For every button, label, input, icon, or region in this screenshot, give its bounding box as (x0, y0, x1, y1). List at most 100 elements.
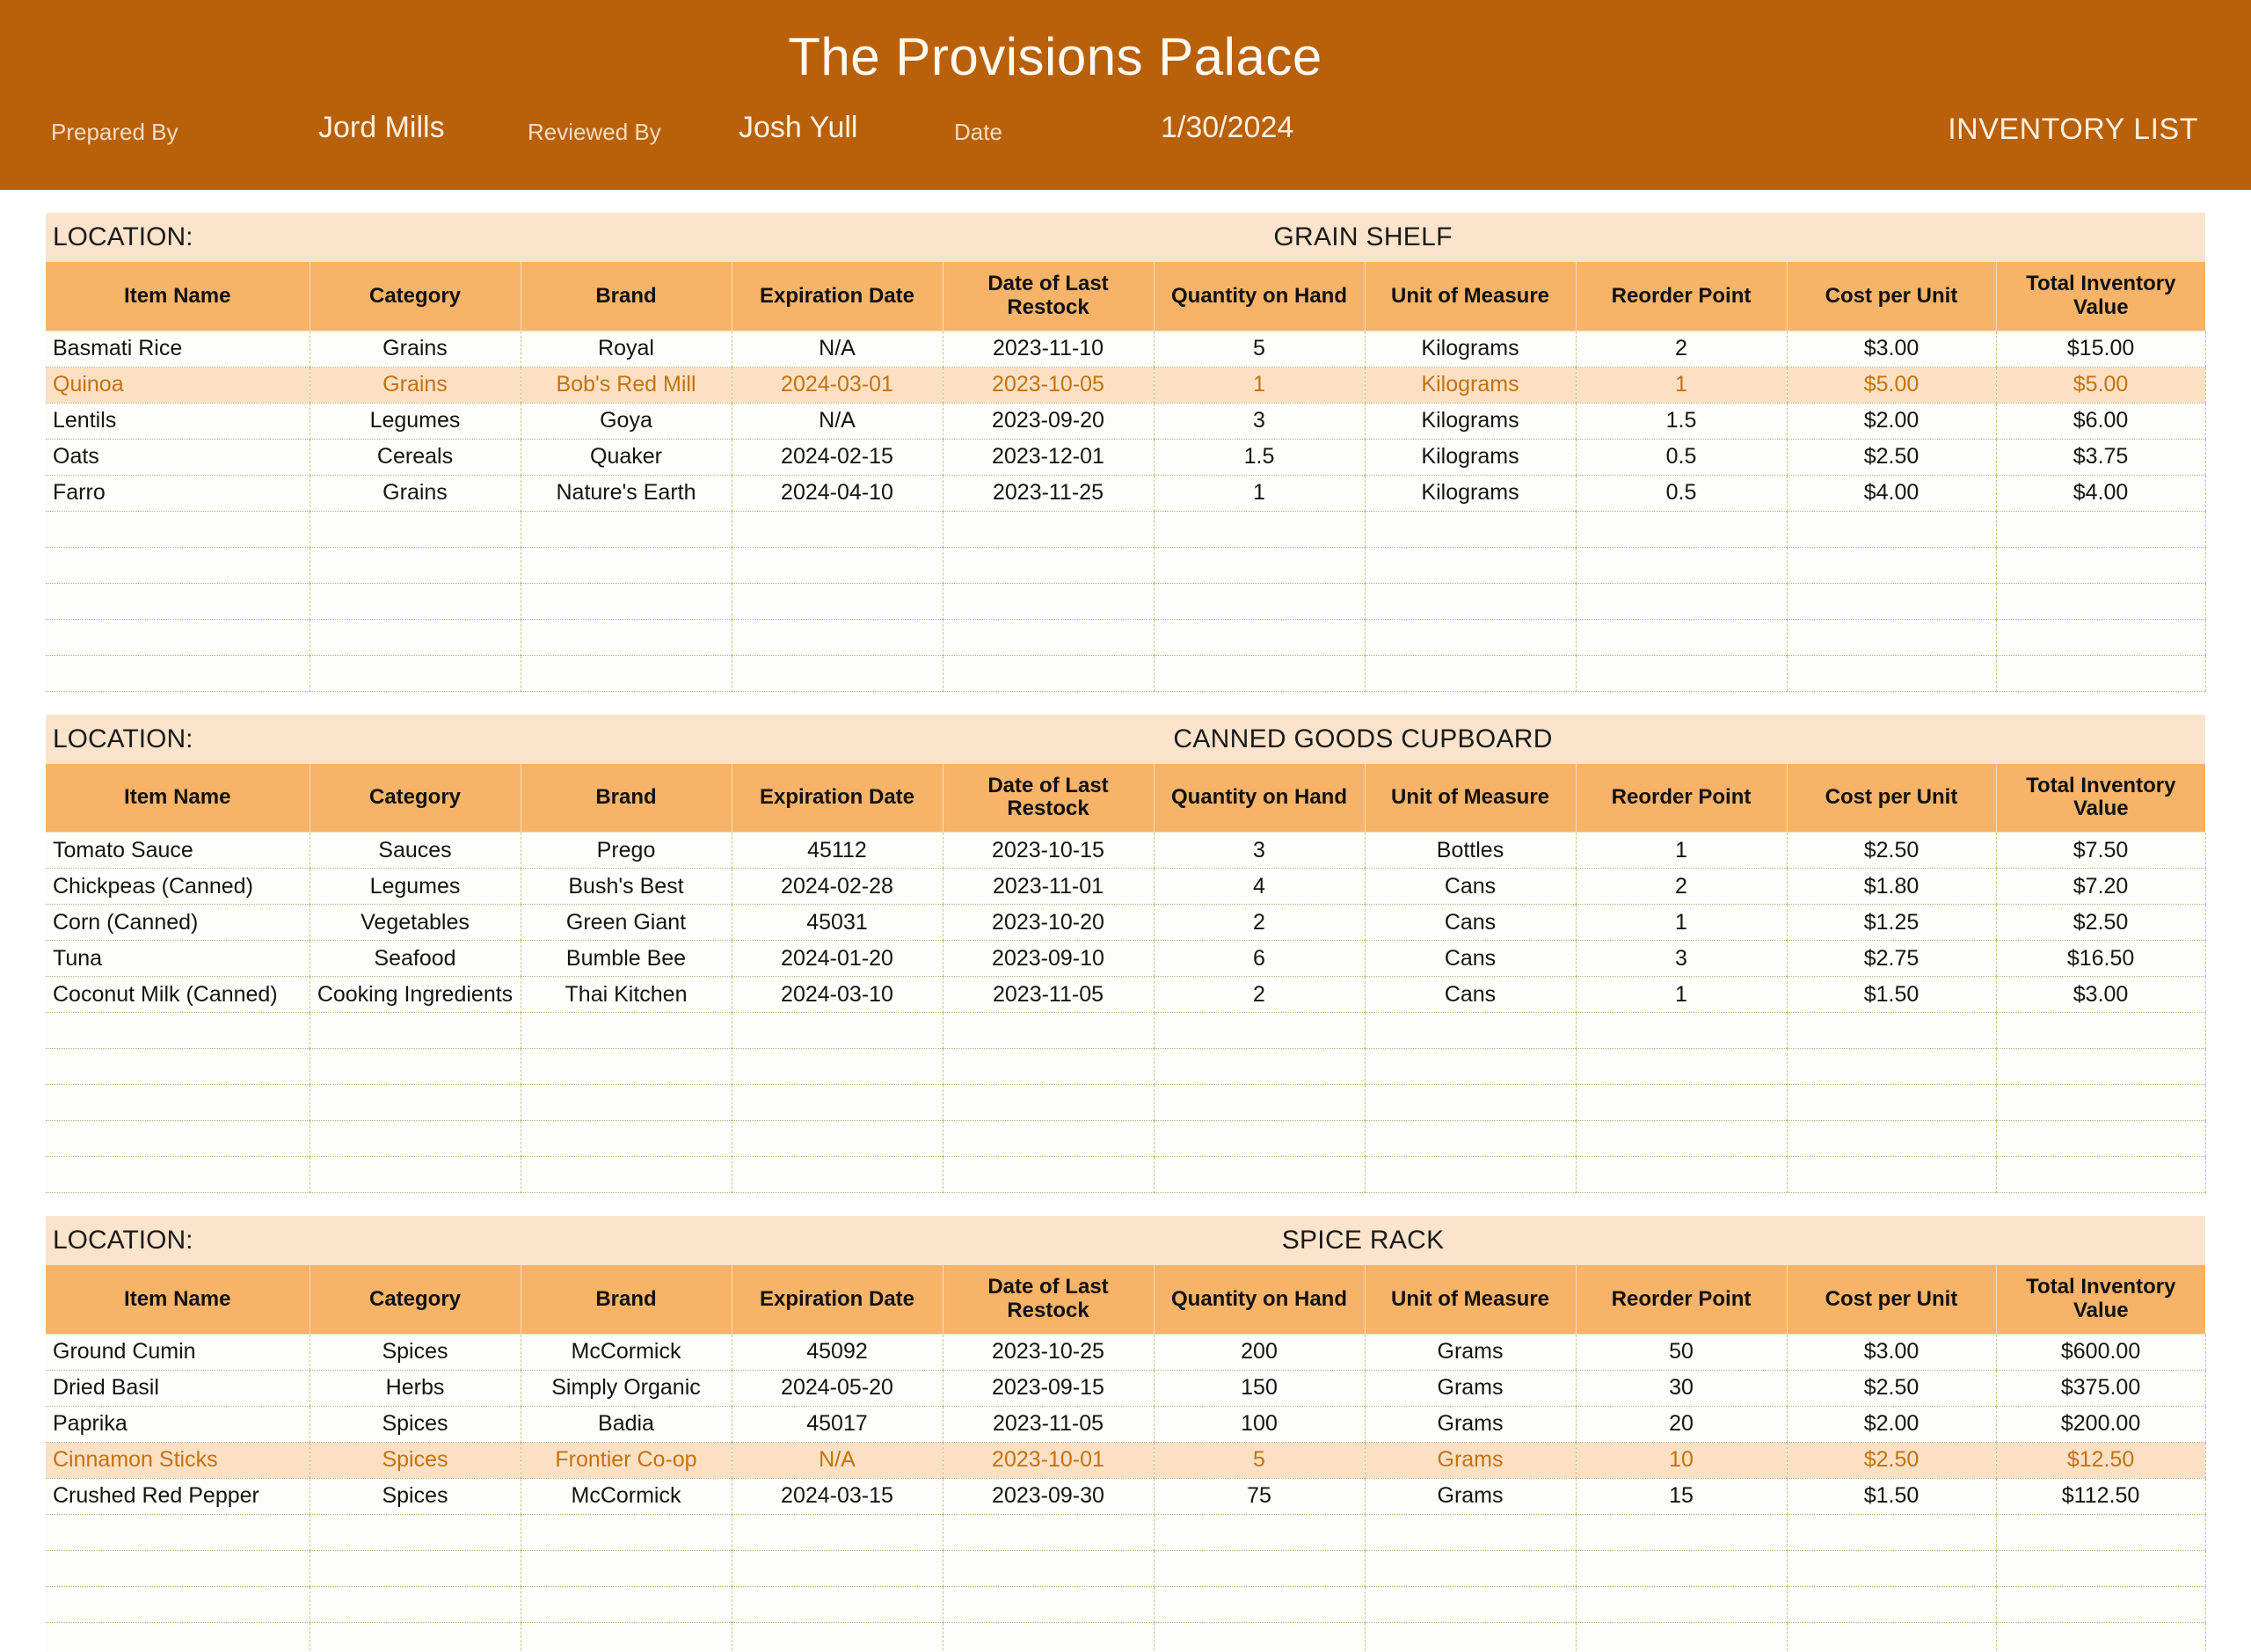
table-cell[interactable]: Kilograms (1365, 367, 1577, 404)
table-cell[interactable]: $3.75 (1996, 439, 2206, 476)
table-row[interactable]: Ground Cumin Spices McCormick 45092 2023-10-… (46, 1334, 2206, 1371)
table-cell[interactable]: Legumes (310, 868, 521, 905)
table-cell-empty[interactable] (1996, 583, 2206, 620)
table-cell-empty[interactable] (1576, 619, 1788, 656)
table-cell[interactable]: $6.00 (1996, 403, 2206, 440)
table-cell-empty[interactable] (1365, 1622, 1577, 1652)
table-cell-empty[interactable] (732, 547, 943, 584)
table-cell[interactable]: 1.5 (1154, 439, 1366, 476)
table-cell-empty[interactable] (1787, 1084, 1997, 1121)
table-cell-empty[interactable] (943, 619, 1155, 656)
table-cell-empty[interactable] (1576, 1514, 1788, 1551)
table-cell-empty[interactable] (1365, 619, 1577, 656)
column-header[interactable]: Quantity on Hand (1154, 1265, 1366, 1335)
table-cell[interactable]: Basmati Rice (46, 331, 310, 368)
table-row-empty[interactable] (46, 1012, 2206, 1049)
table-cell-empty[interactable] (943, 1622, 1155, 1652)
table-row[interactable]: Cinnamon Sticks Spices Frontier Co-op N/A 20… (46, 1442, 2206, 1479)
table-cell[interactable]: Grains (310, 475, 521, 512)
table-cell-empty[interactable] (732, 1084, 943, 1121)
table-cell-empty[interactable] (1787, 619, 1997, 656)
table-cell[interactable]: 2023-09-10 (943, 940, 1155, 977)
table-cell[interactable]: $2.50 (1996, 904, 2206, 941)
table-cell-empty[interactable] (1996, 1048, 2206, 1085)
table-cell[interactable]: 20 (1576, 1406, 1788, 1443)
table-cell[interactable]: Spices (310, 1478, 521, 1515)
table-cell-empty[interactable] (521, 619, 732, 656)
column-header[interactable]: Brand (521, 262, 732, 331)
table-cell-empty[interactable] (46, 655, 310, 692)
column-header[interactable]: Expiration Date (732, 262, 943, 331)
column-header[interactable]: Brand (521, 1265, 732, 1335)
table-cell[interactable]: $16.50 (1996, 940, 2206, 977)
table-cell-empty[interactable] (732, 1120, 943, 1157)
table-cell[interactable]: 75 (1154, 1478, 1366, 1515)
table-cell[interactable]: Bob's Red Mill (521, 367, 732, 404)
table-cell-empty[interactable] (1365, 1514, 1577, 1551)
table-cell-empty[interactable] (46, 1550, 310, 1587)
column-header[interactable]: Category (310, 1265, 521, 1335)
table-cell[interactable]: 45031 (732, 904, 943, 941)
table-cell[interactable]: $5.00 (1996, 367, 2206, 404)
column-header[interactable]: Item Name (46, 1265, 310, 1335)
table-cell[interactable]: Sauces (310, 832, 521, 869)
table-cell-empty[interactable] (46, 547, 310, 584)
column-header[interactable]: Item Name (46, 763, 310, 833)
table-cell[interactable]: Kilograms (1365, 439, 1577, 476)
table-cell[interactable]: Bush's Best (521, 868, 732, 905)
table-cell-empty[interactable] (1154, 1550, 1366, 1587)
table-cell[interactable]: 50 (1576, 1334, 1788, 1371)
column-header[interactable]: Reorder Point (1576, 763, 1788, 833)
table-cell-empty[interactable] (46, 511, 310, 548)
table-cell-empty[interactable] (1576, 1586, 1788, 1623)
table-cell[interactable]: 2023-09-15 (943, 1370, 1155, 1407)
table-cell[interactable]: Cans (1365, 904, 1577, 941)
table-cell-empty[interactable] (1154, 1084, 1366, 1121)
table-cell[interactable]: Quaker (521, 439, 732, 476)
table-cell-empty[interactable] (521, 547, 732, 584)
table-cell-empty[interactable] (1787, 1048, 1997, 1085)
table-row-empty[interactable] (46, 1550, 2206, 1587)
table-cell[interactable]: $200.00 (1996, 1406, 2206, 1443)
table-cell[interactable]: 1 (1576, 904, 1788, 941)
table-cell-empty[interactable] (521, 511, 732, 548)
table-cell-empty[interactable] (1576, 1048, 1788, 1085)
table-cell[interactable]: 1 (1576, 367, 1788, 404)
table-cell-empty[interactable] (1154, 1514, 1366, 1551)
column-header[interactable]: Total Inventory Value (1996, 1265, 2206, 1335)
table-cell-empty[interactable] (732, 583, 943, 620)
table-cell[interactable]: Cinnamon Sticks (46, 1442, 310, 1479)
table-cell-empty[interactable] (46, 1120, 310, 1157)
table-cell-empty[interactable] (1154, 619, 1366, 656)
table-cell-empty[interactable] (732, 511, 943, 548)
table-cell[interactable]: $12.50 (1996, 1442, 2206, 1479)
table-cell[interactable]: 1 (1576, 976, 1788, 1013)
table-cell[interactable]: 1.5 (1576, 403, 1788, 440)
table-cell[interactable]: 3 (1154, 403, 1366, 440)
table-row-empty[interactable] (46, 655, 2206, 692)
table-row-empty[interactable] (46, 1622, 2206, 1652)
table-cell-empty[interactable] (1576, 1622, 1788, 1652)
table-cell-empty[interactable] (310, 547, 521, 584)
table-cell[interactable]: $2.75 (1787, 940, 1997, 977)
table-cell-empty[interactable] (46, 1048, 310, 1085)
table-cell-empty[interactable] (1154, 1048, 1366, 1085)
table-cell-empty[interactable] (1996, 1120, 2206, 1157)
table-cell-empty[interactable] (310, 1084, 521, 1121)
table-row-empty[interactable] (46, 1156, 2206, 1193)
table-cell[interactable]: Prego (521, 832, 732, 869)
table-cell[interactable]: 30 (1576, 1370, 1788, 1407)
table-row[interactable]: Paprika Spices Badia 45017 2023-11-05 100 Gram… (46, 1406, 2206, 1443)
table-cell-empty[interactable] (943, 547, 1155, 584)
table-cell-empty[interactable] (943, 1048, 1155, 1085)
table-cell-empty[interactable] (1787, 511, 1997, 548)
table-cell-empty[interactable] (1365, 1120, 1577, 1157)
table-cell[interactable]: 2024-05-20 (732, 1370, 943, 1407)
table-cell-empty[interactable] (1996, 1514, 2206, 1551)
table-cell-empty[interactable] (1154, 1156, 1366, 1193)
table-cell[interactable]: 3 (1154, 832, 1366, 869)
table-cell[interactable]: Cans (1365, 868, 1577, 905)
column-header[interactable]: Brand (521, 763, 732, 833)
table-cell[interactable]: Grams (1365, 1406, 1577, 1443)
table-cell-empty[interactable] (732, 1048, 943, 1085)
